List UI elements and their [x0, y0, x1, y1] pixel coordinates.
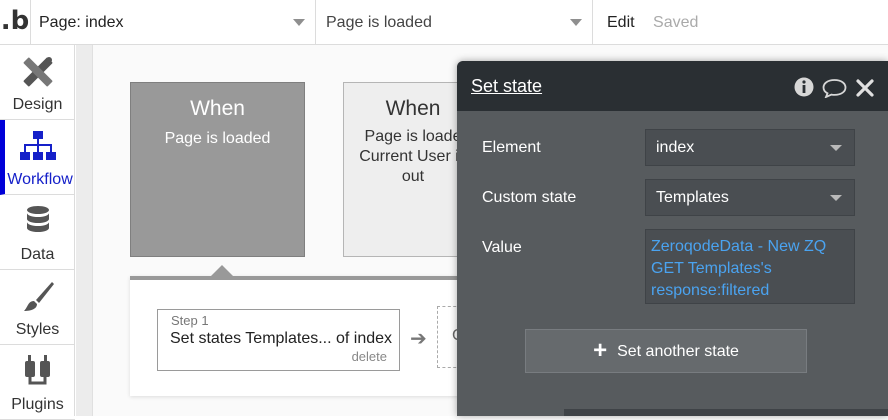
value-expression-line[interactable]: ZeroqodeData - New ZQ [651, 236, 848, 258]
close-icon[interactable] [856, 79, 874, 97]
plus-icon: + [593, 337, 608, 364]
sidebar-item-label: Data [20, 246, 55, 263]
database-icon [27, 206, 49, 232]
chevron-down-icon [830, 195, 842, 201]
top-bar: .b Page: index Page is loaded Edit Saved [0, 0, 888, 45]
event-condition: Page is loaded [164, 130, 271, 147]
event-card-page-loaded[interactable]: When Page is loaded [130, 82, 305, 257]
save-status: Saved [653, 14, 699, 31]
edit-menu[interactable]: Edit [607, 14, 635, 31]
sidebar-item-label: Design [12, 96, 63, 113]
step-number: Step 1 [171, 313, 209, 328]
editor-bottom-bar [564, 409, 888, 416]
sidebar-item-plugins[interactable]: Plugins [0, 345, 75, 420]
info-icon[interactable] [794, 77, 814, 97]
brush-icon [24, 282, 54, 311]
chevron-down-icon [293, 19, 305, 26]
editor-header: Set state [457, 61, 888, 111]
step-title: Set states Templates... of index [170, 330, 393, 347]
value-expression-line[interactable]: response:filtered [651, 280, 848, 302]
sidebar: Design Workflow Data Styles Plugins [0, 45, 75, 420]
step-delete-link[interactable]: delete [352, 349, 387, 364]
workflow-step[interactable]: Step 1 Set states Templates... of index … [157, 309, 400, 371]
event-when-label: When [190, 97, 245, 120]
comment-icon[interactable] [822, 78, 847, 98]
sidebar-item-label: Workflow [7, 171, 73, 188]
custom-state-label: Custom state [482, 189, 577, 206]
design-icon [23, 57, 53, 87]
edit-menu-area: Edit Saved [592, 0, 888, 45]
event-selector[interactable]: Page is loaded [315, 0, 592, 45]
sidebar-item-workflow[interactable]: Workflow [0, 120, 75, 195]
chevron-down-icon [570, 19, 582, 26]
element-value: index [656, 139, 695, 156]
bubble-logo[interactable]: .b [0, 0, 30, 45]
set-another-state-label: Set another state [617, 343, 739, 360]
element-dropdown[interactable]: index [645, 129, 855, 166]
plugin-icon [25, 355, 50, 385]
value-label: Value [482, 239, 522, 256]
page-selector-label: Page: index [39, 14, 124, 31]
element-label: Element [482, 139, 541, 156]
sidebar-item-design[interactable]: Design [0, 45, 75, 120]
custom-state-value: Templates [656, 189, 729, 206]
sidebar-item-label: Styles [15, 321, 60, 338]
chevron-down-icon [830, 145, 842, 151]
sidebar-item-label: Plugins [11, 396, 64, 413]
value-expression-line[interactable]: GET Templates's [651, 258, 848, 280]
workflow-icon [20, 131, 56, 160]
arrow-right-icon: ➔ [410, 328, 427, 350]
editor-title[interactable]: Set state [471, 76, 542, 97]
value-expression-field[interactable]: ZeroqodeData - New ZQ GET Templates's re… [645, 229, 855, 304]
panel-pointer [211, 265, 233, 276]
event-selector-label: Page is loaded [326, 14, 432, 31]
sidebar-item-styles[interactable]: Styles [0, 270, 75, 345]
sidebar-item-data[interactable]: Data [0, 195, 75, 270]
page-selector[interactable]: Page: index [30, 0, 315, 45]
set-another-state-button[interactable]: + Set another state [525, 329, 807, 373]
property-editor: Set state Element index Custom state Tem… [457, 61, 888, 416]
custom-state-dropdown[interactable]: Templates [645, 179, 855, 216]
